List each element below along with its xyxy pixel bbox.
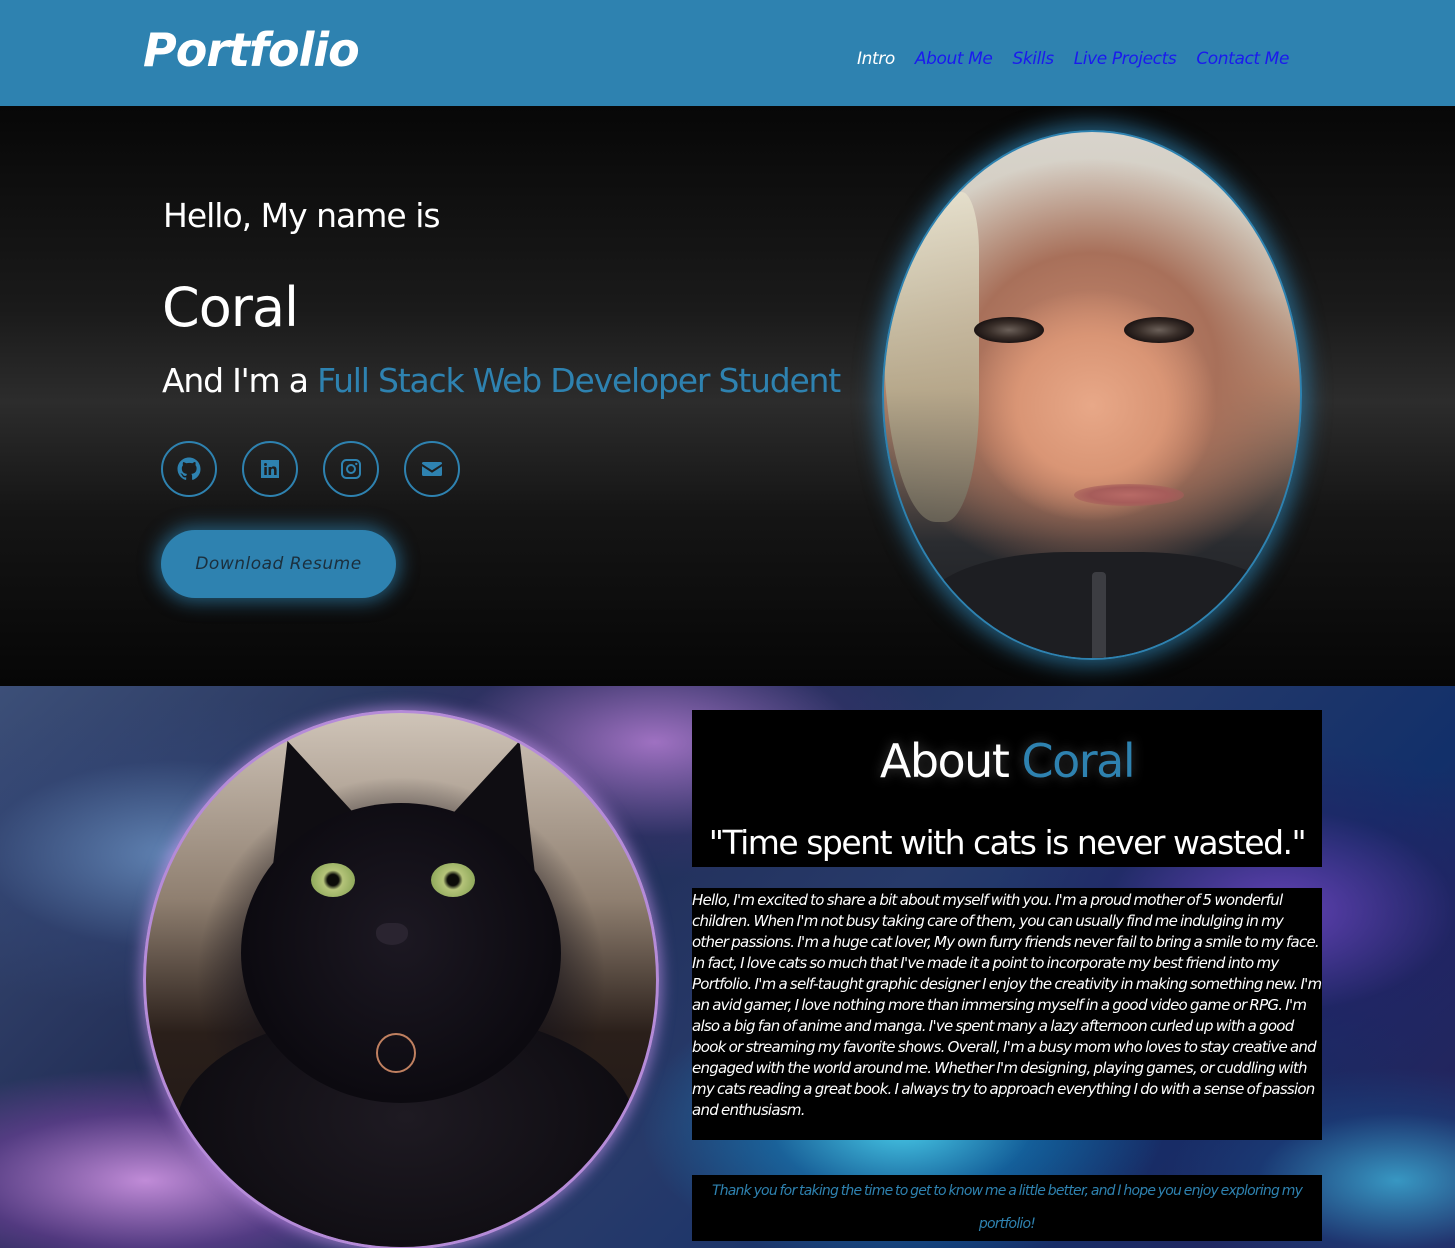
portrait-zipper — [1092, 572, 1106, 658]
portrait-eye-right — [1124, 317, 1194, 343]
github-link[interactable] — [161, 441, 217, 497]
about-title-prefix: About — [879, 734, 1022, 788]
nav-link-skills[interactable]: Skills — [1012, 49, 1054, 69]
about-title: About Coral — [692, 734, 1322, 788]
instagram-icon — [341, 459, 361, 479]
nav-link-about[interactable]: About Me — [915, 49, 993, 69]
cat-collar — [376, 1033, 416, 1073]
hero-role-highlight: Full Stack Web Developer Student — [317, 361, 841, 400]
portrait-mouth — [1074, 484, 1184, 506]
cat-eye-right — [431, 863, 475, 897]
github-icon — [177, 457, 201, 480]
hero-greeting: Hello, My name is — [163, 196, 441, 235]
hero-name: Coral — [162, 276, 299, 339]
linkedin-link[interactable] — [242, 441, 298, 497]
hero-role-prefix: And I'm a — [162, 361, 318, 400]
instagram-link[interactable] — [323, 441, 379, 497]
about-section: About Coral "Time spent with cats is nev… — [0, 686, 1455, 1248]
brand-logo[interactable]: Portfolio — [143, 18, 360, 82]
email-link[interactable] — [404, 441, 460, 497]
cat-nose — [376, 923, 408, 945]
nav-item-intro: Intro — [857, 49, 895, 69]
profile-photo — [882, 130, 1302, 660]
about-header-box: About Coral "Time spent with cats is nev… — [692, 710, 1322, 867]
nav-link-live-projects[interactable]: Live Projects — [1074, 49, 1177, 69]
nav-item-about: About Me — [915, 49, 993, 69]
linkedin-icon — [261, 460, 279, 478]
about-quote: "Time spent with cats is never wasted." — [708, 823, 1307, 862]
about-thanks-text: Thank you for taking the time to get to … — [692, 1175, 1322, 1241]
hero-role: And I'm a Full Stack Web Developer Stude… — [162, 361, 841, 400]
about-bio-text: Hello, I'm excited to share a bit about … — [692, 888, 1322, 1140]
nav-item-projects: Live Projects — [1074, 49, 1177, 69]
nav-link-contact[interactable]: Contact Me — [1196, 49, 1289, 69]
nav-item-skills: Skills — [1012, 49, 1054, 69]
email-icon — [422, 462, 442, 476]
download-resume-button[interactable]: Download Resume — [161, 530, 396, 598]
portrait-eye-left — [974, 317, 1044, 343]
cat-photo — [143, 710, 659, 1248]
site-header: Portfolio Intro About Me Skills Live Pro… — [0, 0, 1455, 106]
intro-section: Hello, My name is Coral And I'm a Full S… — [0, 106, 1455, 686]
about-title-highlight: Coral — [1021, 734, 1135, 788]
cat-eye-left — [311, 863, 355, 897]
nav-link-intro[interactable]: Intro — [857, 49, 895, 69]
social-links — [161, 441, 460, 497]
portrait-hair — [884, 192, 979, 522]
nav-list: Intro About Me Skills Live Projects Cont… — [857, 49, 1289, 69]
nav-item-contact: Contact Me — [1196, 49, 1289, 69]
